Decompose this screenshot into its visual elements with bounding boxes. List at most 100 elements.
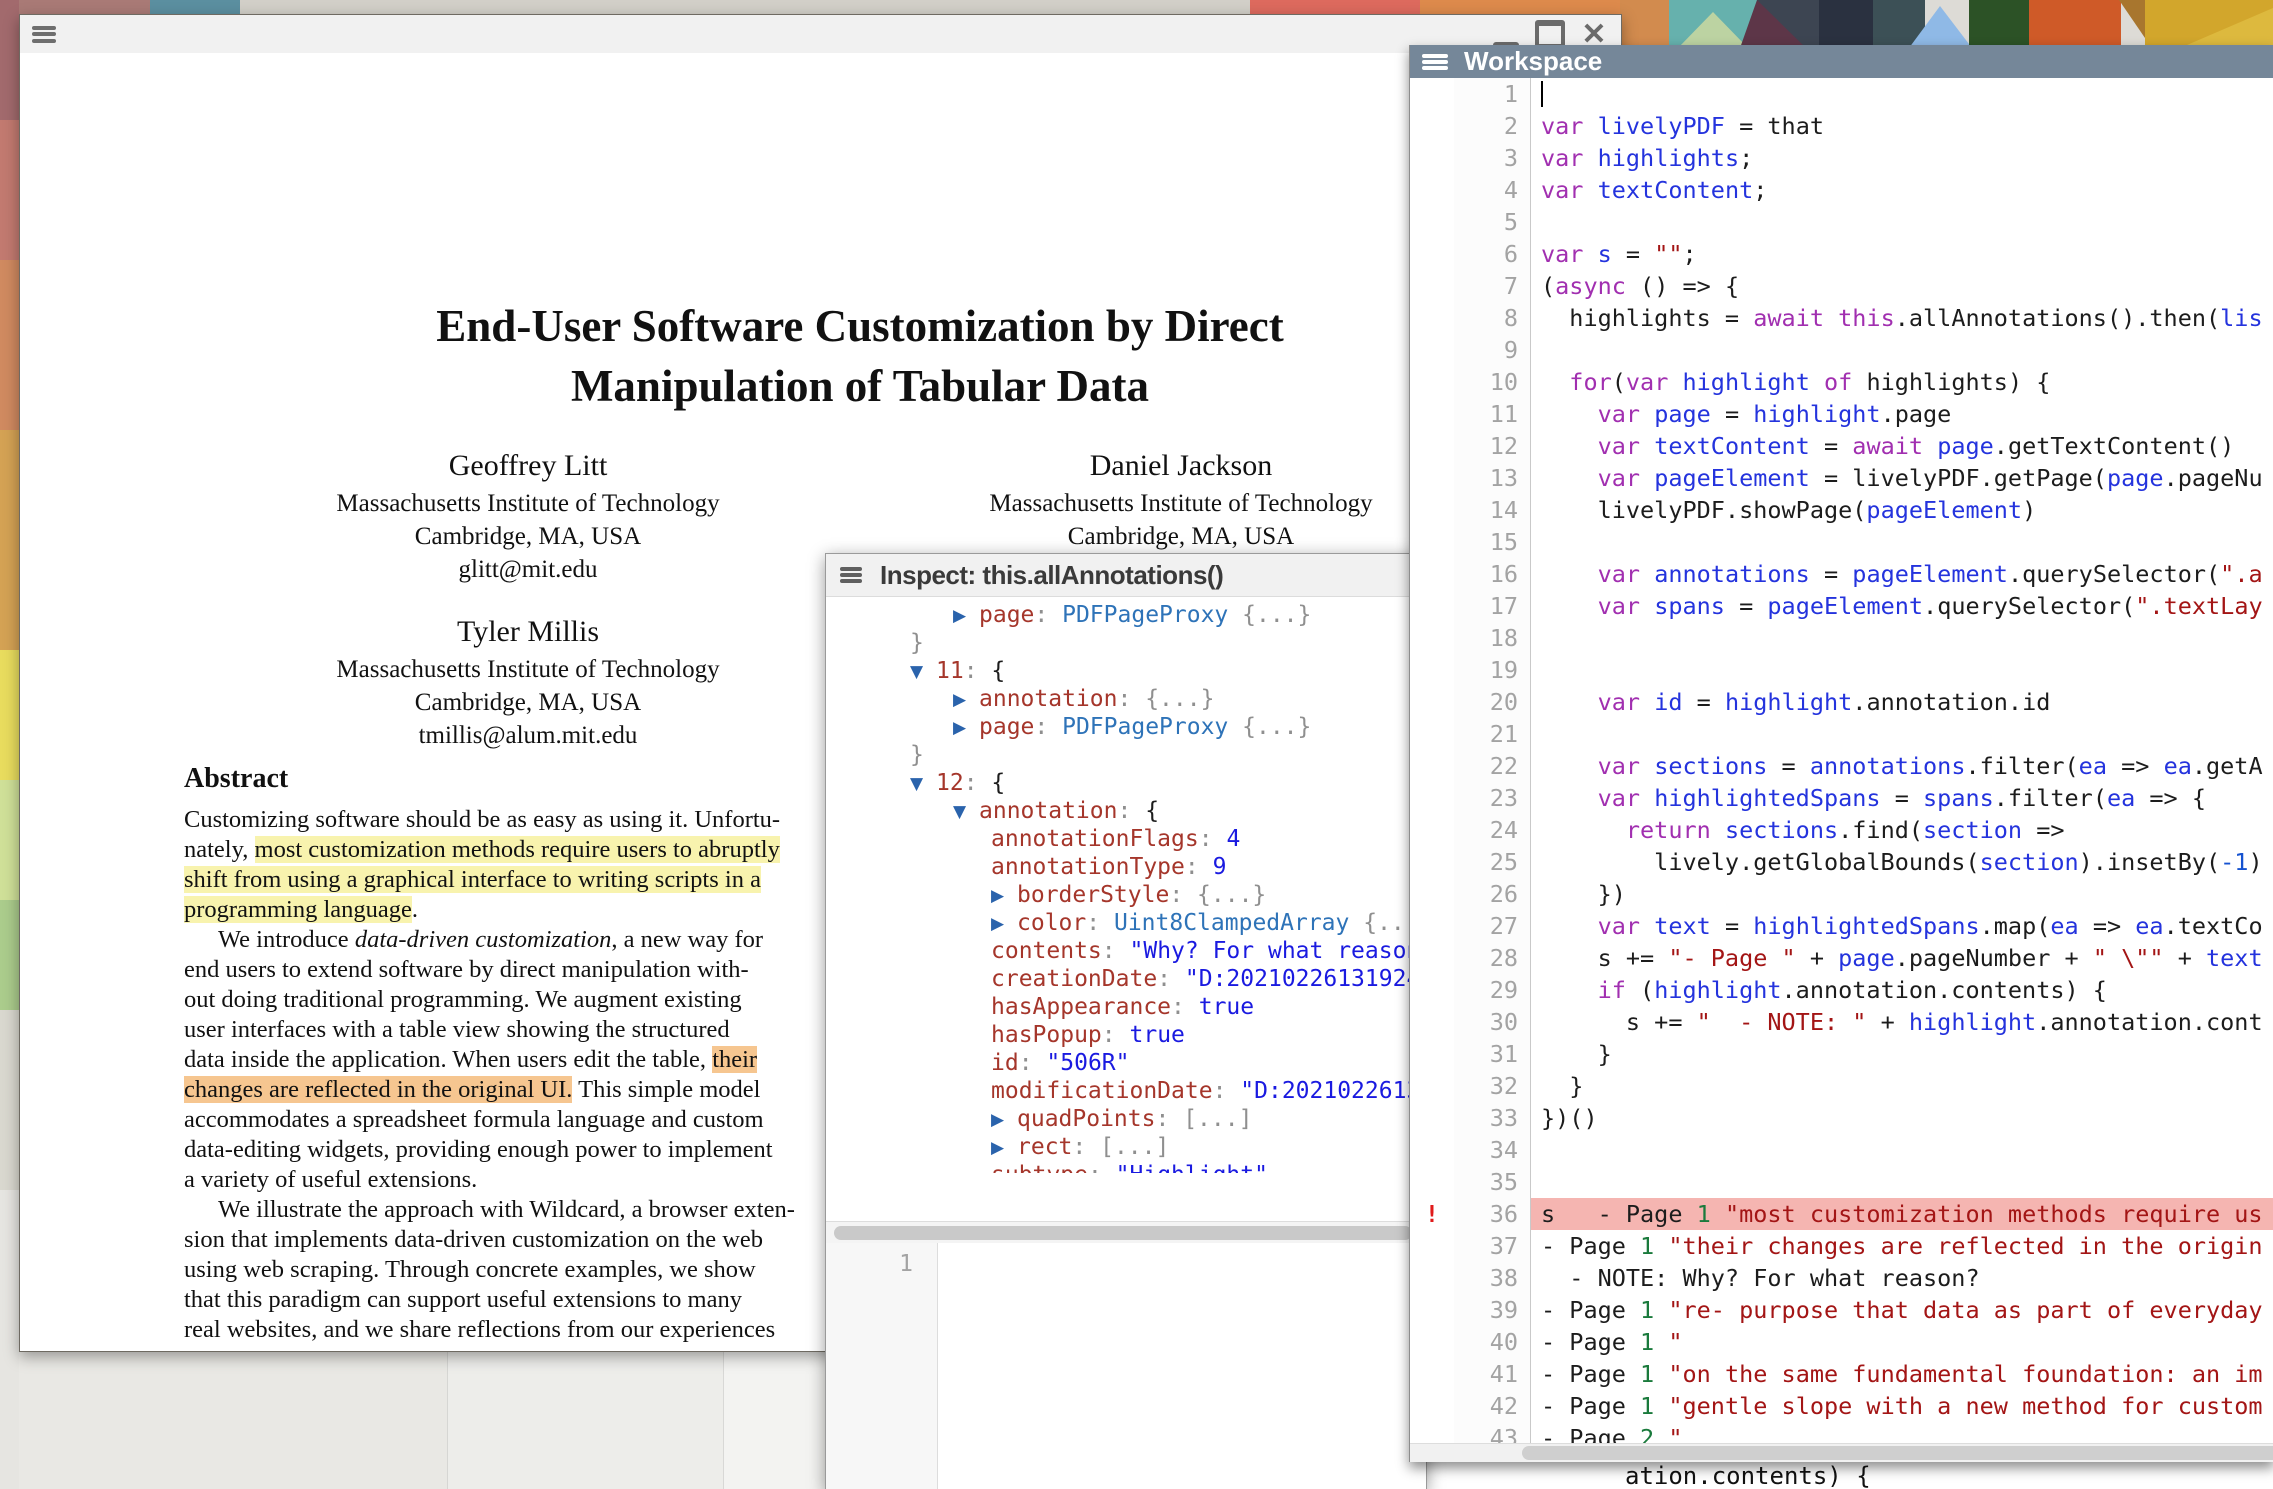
code-line[interactable]: 26 }): [1410, 878, 2273, 910]
tree-row[interactable]: ▶annotation: {...}: [826, 685, 1426, 713]
workspace-horizontal-scrollbar[interactable]: [1410, 1443, 2273, 1462]
tree-row[interactable]: }: [826, 629, 1426, 657]
code-line[interactable]: 41- Page 1 "on the same fundamental foun…: [1410, 1358, 2273, 1390]
code-line[interactable]: !36s - Page 1 "most customization method…: [1410, 1198, 2273, 1230]
code-line[interactable]: 43- Page 2 ": [1410, 1422, 2273, 1444]
tree-row[interactable]: creationDate: "D:20210226131924Z: [826, 965, 1426, 993]
menu-hamburger-icon[interactable]: [1422, 54, 1448, 70]
author-email: tmillis@alum.mit.edu: [228, 719, 828, 752]
workspace-code-editor[interactable]: 12var livelyPDF = that3var highlights;4v…: [1410, 78, 2273, 1444]
code-line[interactable]: 38 - NOTE: Why? For what reason?: [1410, 1262, 2273, 1294]
tree-expander-icon[interactable]: ▶: [953, 714, 979, 742]
code-line[interactable]: 8 highlights = await this.allAnnotations…: [1410, 302, 2273, 334]
tree-row[interactable]: annotationType: 9: [826, 853, 1426, 881]
pdf-window-titlebar[interactable]: [20, 15, 1621, 54]
menu-hamburger-icon[interactable]: [32, 26, 56, 43]
code-line[interactable]: 19: [1410, 654, 2273, 686]
line-number: 5: [1454, 206, 1530, 238]
code-line[interactable]: 21: [1410, 718, 2273, 750]
tree-expander-icon[interactable]: ▶: [953, 602, 979, 630]
code-line[interactable]: 37- Page 1 "their changes are reflected …: [1410, 1230, 2273, 1262]
code-line[interactable]: 33})(): [1410, 1102, 2273, 1134]
code-line[interactable]: 17 var spans = pageElement.querySelector…: [1410, 590, 2273, 622]
tree-expander-icon[interactable]: ▶: [991, 1134, 1017, 1162]
tree-row[interactable]: id: "506R": [826, 1049, 1426, 1077]
tree-row[interactable]: ▼12: {: [826, 769, 1426, 797]
tree-row[interactable]: ▶rect: [...]: [826, 1133, 1426, 1161]
tree-row[interactable]: subtype: "Highlight": [826, 1161, 1426, 1173]
tree-row[interactable]: ▶quadPoints: [...]: [826, 1105, 1426, 1133]
tree-row[interactable]: ▶borderStyle: {...}: [826, 881, 1426, 909]
inspect-window-titlebar[interactable]: Inspect: this.allAnnotations(): [826, 554, 1426, 597]
tree-row[interactable]: }: [826, 741, 1426, 769]
code-line[interactable]: 23 var highlightedSpans = spans.filter(e…: [1410, 782, 2273, 814]
code-line[interactable]: 30 s += " - NOTE: " + highlight.annotati…: [1410, 1006, 2273, 1038]
code-line[interactable]: 4var textContent;: [1410, 174, 2273, 206]
yellow-highlight[interactable]: programming language: [184, 896, 412, 923]
code-line[interactable]: 9: [1410, 334, 2273, 366]
orange-highlight[interactable]: changes are reflected in the original UI…: [184, 1076, 572, 1103]
line-number: 8: [1454, 302, 1530, 334]
code-line[interactable]: 34: [1410, 1134, 2273, 1166]
tree-expander-icon[interactable]: ▶: [991, 1106, 1017, 1134]
tree-expander-icon[interactable]: ▼: [910, 658, 936, 686]
scrollbar-thumb[interactable]: [1522, 1446, 2273, 1460]
code-line[interactable]: 11 var page = highlight.page: [1410, 398, 2273, 430]
tree-row[interactable]: hasPopup: true: [826, 1021, 1426, 1049]
code-line[interactable]: 10 for(var highlight of highlights) {: [1410, 366, 2273, 398]
code-line[interactable]: 32 }: [1410, 1070, 2273, 1102]
code-line[interactable]: 40- Page 1 ": [1410, 1326, 2273, 1358]
code-line[interactable]: 31 }: [1410, 1038, 2273, 1070]
orange-highlight[interactable]: their: [712, 1046, 757, 1073]
tree-row[interactable]: ▼11: {: [826, 657, 1426, 685]
code-line[interactable]: 14 livelyPDF.showPage(pageElement): [1410, 494, 2273, 526]
tree-expander-icon[interactable]: ▼: [953, 798, 979, 826]
code-line[interactable]: 35: [1410, 1166, 2273, 1198]
workspace-titlebar[interactable]: Workspace: [1410, 45, 2273, 78]
tree-row[interactable]: ▶page: PDFPageProxy {...}: [826, 601, 1426, 629]
tree-row[interactable]: annotationFlags: 4: [826, 825, 1426, 853]
code-line[interactable]: 12 var textContent = await page.getTextC…: [1410, 430, 2273, 462]
code-line[interactable]: 39- Page 1 "re- purpose that data as par…: [1410, 1294, 2273, 1326]
code-line[interactable]: 2var livelyPDF = that: [1410, 110, 2273, 142]
abstract-text-line: real websites, and we share reflections …: [184, 1315, 852, 1345]
code-line[interactable]: 3var highlights;: [1410, 142, 2273, 174]
code-line[interactable]: 25 lively.getGlobalBounds(section).inset…: [1410, 846, 2273, 878]
inspect-horizontal-scrollbar[interactable]: [826, 1221, 1426, 1244]
yellow-highlight[interactable]: most customization methods require users…: [255, 836, 780, 863]
tree-expander-icon[interactable]: ▼: [910, 770, 936, 798]
tree-row[interactable]: ▼annotation: {: [826, 797, 1426, 825]
abstract-text-line: accommodates a spreadsheet formula langu…: [184, 1105, 852, 1135]
tree-row[interactable]: ▶page: PDFPageProxy {...}: [826, 713, 1426, 741]
tree-row[interactable]: hasAppearance: true: [826, 993, 1426, 1021]
code-line[interactable]: 16 var annotations = pageElement.querySe…: [1410, 558, 2273, 590]
tree-row[interactable]: modificationDate: "D:20210226131: [826, 1077, 1426, 1105]
scrollbar-thumb[interactable]: [834, 1226, 1412, 1240]
code-line[interactable]: 24 return sections.find(section =>: [1410, 814, 2273, 846]
code-line[interactable]: 29 if (highlight.annotation.contents) {: [1410, 974, 2273, 1006]
code-line[interactable]: 42- Page 1 "gentle slope with a new meth…: [1410, 1390, 2273, 1422]
text-cursor: [1541, 81, 1543, 107]
code-line[interactable]: 7(async () => {: [1410, 270, 2273, 302]
code-line[interactable]: 13 var pageElement = livelyPDF.getPage(p…: [1410, 462, 2273, 494]
tree-expander-icon[interactable]: ▶: [953, 686, 979, 714]
line-number: 13: [1454, 462, 1530, 494]
code-line[interactable]: 1: [1410, 78, 2273, 110]
inspect-lower-editor[interactable]: 1: [826, 1243, 1426, 1489]
tree-expander-icon[interactable]: ▶: [991, 882, 1017, 910]
tree-row[interactable]: ▶color: Uint8ClampedArray {...}: [826, 909, 1426, 937]
menu-hamburger-icon[interactable]: [840, 567, 862, 583]
code-line[interactable]: 27 var text = highlightedSpans.map(ea =>…: [1410, 910, 2273, 942]
code-line[interactable]: 5: [1410, 206, 2273, 238]
code-line[interactable]: 15: [1410, 526, 2273, 558]
tree-row[interactable]: contents: "Why? For what reason?: [826, 937, 1426, 965]
tree-expander-icon[interactable]: ▶: [991, 910, 1017, 938]
code-line[interactable]: 6var s = "";: [1410, 238, 2273, 270]
code-line[interactable]: 28 s += "- Page " + page.pageNumber + " …: [1410, 942, 2273, 974]
code-line[interactable]: 20 var id = highlight.annotation.id: [1410, 686, 2273, 718]
code-line[interactable]: 18: [1410, 622, 2273, 654]
editor-empty-area[interactable]: [938, 1243, 1426, 1489]
yellow-highlight[interactable]: shift from using a graphical interface t…: [184, 866, 761, 893]
code-line[interactable]: 22 var sections = annotations.filter(ea …: [1410, 750, 2273, 782]
object-inspector-tree[interactable]: ▶page: PDFPageProxy {...}}▼11: {▶annotat…: [826, 597, 1426, 1173]
